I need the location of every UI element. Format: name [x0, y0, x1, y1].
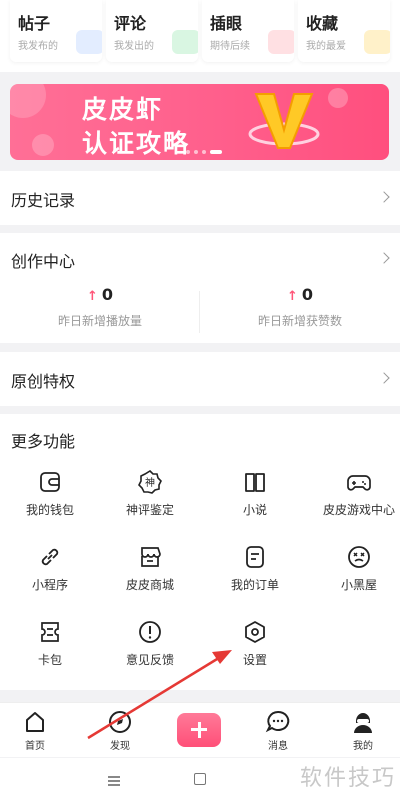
shen-appraisal-label: 神评鉴定	[125, 503, 174, 517]
nav-mine[interactable]: 我的	[333, 709, 393, 752]
wallet-button[interactable]: 我的钱包	[0, 470, 100, 518]
posts-card-title: 帖子	[18, 14, 51, 33]
dizzy-face-icon	[347, 545, 371, 569]
stat-plays-value: 0	[101, 285, 114, 304]
novel-label: 小说	[242, 503, 267, 517]
mini-program-button[interactable]: 小程序	[0, 545, 100, 593]
nav-home[interactable]: 首页	[5, 709, 65, 752]
watermark: 软件技巧	[299, 766, 396, 791]
stat-likes-label: 昨日新增获赞数	[257, 314, 342, 328]
mini-program-label: 小程序	[31, 578, 68, 592]
chevron-right-icon	[378, 372, 390, 384]
posts-icon	[76, 30, 102, 54]
book-icon	[243, 470, 267, 494]
creation-center-label[interactable]: 创作中心	[11, 248, 75, 272]
comments-card-title: 评论	[114, 14, 147, 33]
original-privilege-label: 原创特权	[11, 372, 76, 391]
shen-badge-icon: 神	[138, 469, 162, 494]
orders-button[interactable]: 我的订单	[205, 545, 305, 593]
compass-icon	[90, 709, 150, 735]
order-icon	[243, 545, 267, 569]
carousel-dots	[186, 150, 226, 154]
banner-title-line2: 认证攻略	[82, 129, 191, 158]
home-square-icon[interactable]	[194, 773, 206, 785]
posts-card[interactable]: 帖子 我发布的	[10, 0, 102, 62]
comments-card-subtitle: 我发出的	[114, 41, 154, 52]
bottom-nav: 首页 发现 消息 我的	[0, 702, 400, 757]
top-card-bar: 帖子 我发布的 评论 我发出的 插眼 期待后续 收藏 我的最爱	[0, 0, 400, 72]
gamepad-icon	[347, 470, 371, 494]
favorites-card[interactable]: 收藏 我的最爱	[298, 0, 390, 62]
card-pack-button[interactable]: 卡包	[0, 620, 100, 668]
nav-mine-label: 我的	[353, 741, 373, 752]
bubble-decoration	[32, 134, 54, 156]
settings-button[interactable]: 设置	[205, 620, 305, 668]
chat-bubble-icon	[248, 709, 308, 735]
more-functions-section: 更多功能 我的钱包 神 神评鉴定 小说 皮皮游戏中心 小程序 皮皮商城 我的订单…	[0, 414, 400, 690]
home-icon	[5, 709, 65, 735]
creation-center-section: 创作中心 ↑ 0 昨日新增播放量 ↑ 0 昨日新增获赞数	[0, 233, 400, 343]
blackroom-button[interactable]: 小黑屋	[309, 545, 400, 593]
blackroom-label: 小黑屋	[340, 578, 377, 592]
menu-icon[interactable]	[108, 776, 120, 786]
card-pack-label: 卡包	[37, 653, 62, 667]
up-arrow-icon: ↑	[286, 289, 298, 304]
stat-plays-label: 昨日新增播放量	[57, 314, 142, 328]
bookmark-eye-card-title: 插眼	[210, 14, 243, 33]
star-icon	[364, 30, 390, 54]
verification-banner[interactable]: 皮皮虾 认证攻略	[10, 84, 389, 160]
more-functions-label: 更多功能	[11, 432, 76, 451]
feedback-icon	[138, 620, 162, 644]
game-center-label: 皮皮游戏中心	[322, 503, 395, 517]
history-label: 历史记录	[11, 191, 76, 210]
novel-button[interactable]: 小说	[205, 470, 305, 518]
feedback-button[interactable]: 意见反馈	[100, 620, 200, 668]
card-pack-icon	[38, 620, 62, 644]
game-center-button[interactable]: 皮皮游戏中心	[309, 470, 400, 518]
wallet-label: 我的钱包	[25, 503, 74, 517]
nav-messages[interactable]: 消息	[248, 709, 308, 752]
feedback-label: 意见反馈	[125, 653, 174, 667]
history-row[interactable]: 历史记录	[0, 171, 400, 225]
chevron-right-icon[interactable]	[378, 252, 390, 264]
bookmark-eye-card[interactable]: 插眼 期待后续	[202, 0, 294, 62]
bookmark-eye-card-subtitle: 期待后续	[210, 41, 250, 52]
orders-label: 我的订单	[230, 578, 279, 592]
nav-discover-label: 发现	[110, 741, 130, 752]
shen-appraisal-button[interactable]: 神 神评鉴定	[100, 469, 200, 518]
comments-icon	[172, 30, 198, 54]
banner-title-line1: 皮皮虾	[82, 95, 164, 124]
link-icon	[38, 545, 62, 569]
comments-card[interactable]: 评论 我发出的	[106, 0, 198, 62]
store-button[interactable]: 皮皮商城	[100, 545, 200, 593]
nav-home-label: 首页	[25, 741, 45, 752]
nav-discover[interactable]: 发现	[90, 709, 150, 752]
store-label: 皮皮商城	[125, 578, 174, 592]
chevron-right-icon	[378, 191, 390, 203]
settings-icon	[243, 620, 267, 644]
stat-likes-value: 0	[301, 285, 314, 304]
create-post-button[interactable]	[177, 713, 221, 747]
posts-card-subtitle: 我发布的	[18, 41, 58, 52]
store-icon	[138, 545, 162, 569]
stat-likes: ↑ 0 昨日新增获赞数	[200, 285, 400, 329]
favorites-card-title: 收藏	[306, 14, 339, 33]
v-badge-icon	[248, 86, 320, 158]
ninja-avatar-icon	[333, 709, 393, 735]
nav-messages-label: 消息	[268, 741, 288, 752]
settings-label: 设置	[242, 653, 267, 667]
original-privilege-row[interactable]: 原创特权	[0, 352, 400, 406]
bubble-decoration	[328, 88, 348, 108]
up-arrow-icon: ↑	[86, 289, 98, 304]
bubble-decoration	[10, 84, 46, 118]
stat-plays: ↑ 0 昨日新增播放量	[0, 285, 200, 329]
favorites-card-subtitle: 我的最爱	[306, 41, 346, 52]
camera-icon	[268, 30, 294, 54]
wallet-icon	[38, 470, 62, 494]
svg-text:神: 神	[145, 476, 155, 489]
